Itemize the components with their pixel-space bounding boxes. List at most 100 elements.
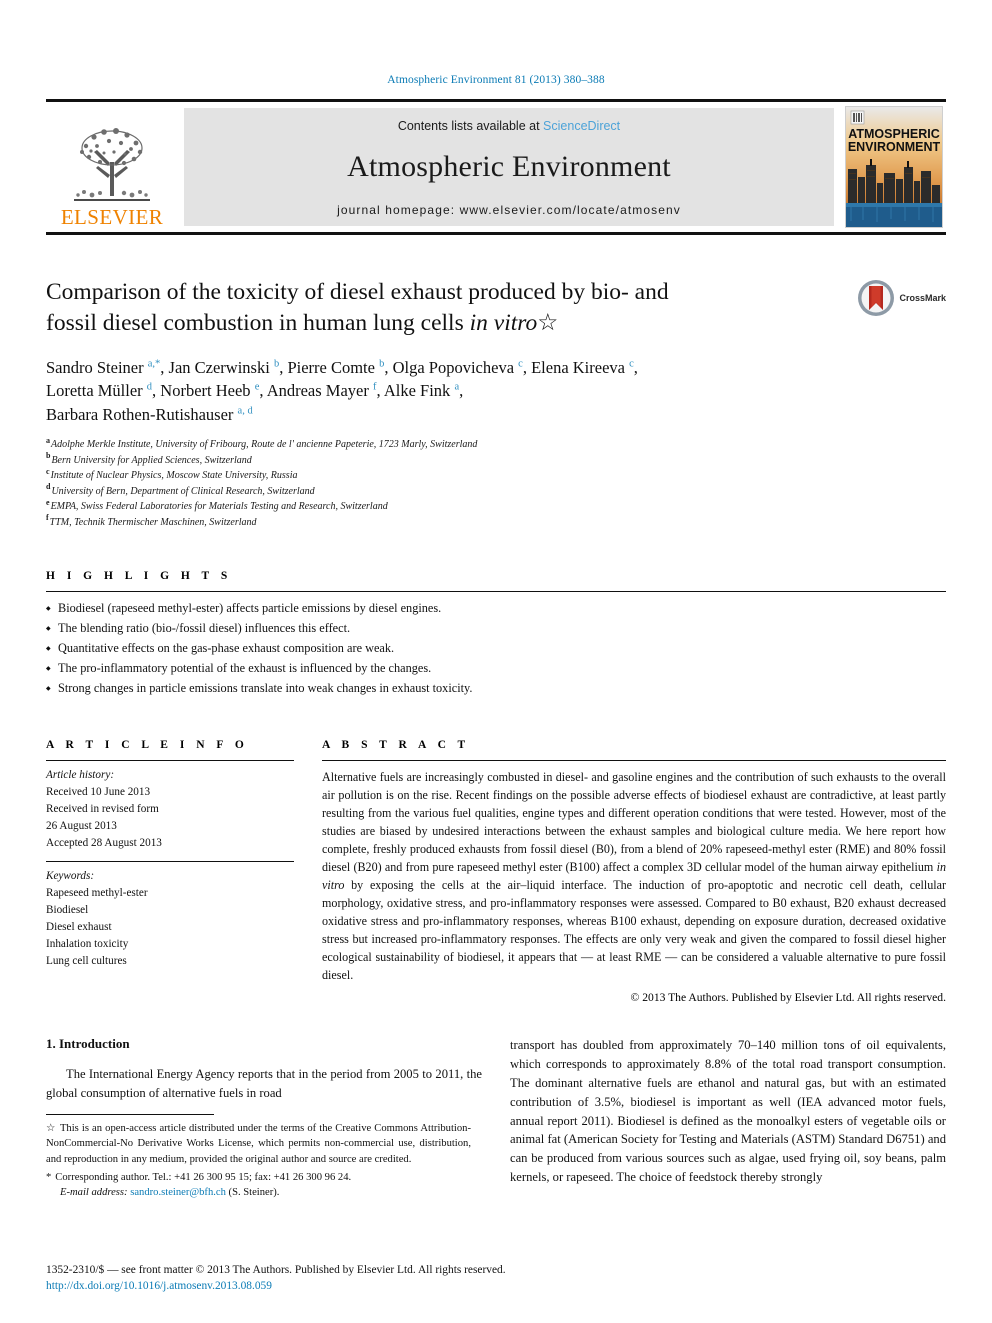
highlights-rule [46,591,946,593]
corresponding-footnote-mark: * [46,1171,52,1183]
abstract-rule [322,759,946,761]
article-info-rule [46,759,294,761]
author: Loretta Müller d [46,381,153,401]
email-line: E-mail address: sandro.steiner@bfh.ch (S… [46,1185,471,1201]
masthead-center: Contents lists available at ScienceDirec… [184,108,834,226]
sciencedirect-link[interactable]: ScienceDirect [543,119,620,133]
article-title-line1: Comparison of the toxicity of diesel exh… [46,279,669,305]
elsevier-wordmark: ELSEVIER [60,205,164,229]
highlight-item: The blending ratio (bio-/fossil diesel) … [46,619,946,639]
abstract-section: A B S T R A C T Alternative fuels are in… [322,739,946,1004]
journal-title: Atmospheric Environment [347,150,671,183]
footnotes-block: ☆ This is an open-access article distribu… [46,1113,471,1201]
body-column-right: transport has doubled from approximately… [510,1036,946,1203]
abstract-text: Alternative fuels are increasingly combu… [322,768,946,984]
introduction-heading: 1. Introduction [46,1036,130,1052]
keywords-label: Keywords: [46,869,95,882]
affiliation: dUniversity of Bern, Department of Clini… [46,482,315,497]
author: Olga Popovicheva c [392,358,523,378]
email-label: E-mail address: [60,1187,128,1199]
article-title-line2-pre: fossil diesel combustion in human lung c… [46,310,470,337]
author: Elena Kireeva c [531,358,634,378]
author: Sandro Steiner a,* [46,358,161,378]
author-affiliation-mark: d [146,381,153,393]
keywords-block: Keywords: Rapeseed methyl-ester Biodiese… [46,868,294,970]
highlight-item: The pro-inflammatory potential of the ex… [46,659,946,679]
abstract-part1: Alternative fuels are increasingly combu… [322,769,946,874]
affiliation: cInstitute of Nuclear Physics, Moscow St… [46,466,298,482]
svg-text:ATMOSPHERIC: ATMOSPHERIC [848,127,939,141]
email-suffix: (S. Steiner). [228,1187,280,1199]
history-item: Received 10 June 2013 [46,785,151,798]
highlights-heading: H I G H L I G H T S [46,570,232,583]
highlights-section: H I G H L I G H T S Biodiesel (rapeseed … [46,570,946,699]
author-affiliation-mark: a,* [147,358,161,370]
author: Barbara Rothen-Rutishauser a, d [46,404,253,424]
journal-masthead: ELSEVIER Contents lists available at Sci… [46,99,946,235]
history-item: 26 August 2013 [46,819,117,832]
author-affiliation-mark: a [454,381,460,393]
svg-text:ENVIRONMENT: ENVIRONMENT [848,140,941,154]
doi-link[interactable]: http://dx.doi.org/10.1016/j.atmosenv.201… [46,1280,272,1292]
abstract-copyright: © 2013 The Authors. Published by Elsevie… [630,991,946,1005]
article-title-dagger: ☆ [537,310,559,337]
article-history-label: Article history: [46,768,115,781]
keyword-item: Inhalation toxicity [46,937,129,950]
article-title-italic: in vitro [469,310,538,337]
affiliation: eEMPA, Swiss Federal Laboratories for Ma… [46,497,388,513]
license-footnote-text: This is an open-access article distribut… [46,1122,471,1166]
contents-prefix: Contents lists available at [397,119,540,133]
highlights-list: Biodiesel (rapeseed methyl-ester) affect… [46,599,946,699]
author-affiliation-mark: b [379,358,385,370]
introduction-paragraph-right: transport has doubled from approximately… [510,1038,946,1185]
keyword-item: Diesel exhaust [46,920,112,933]
article-info-heading: A R T I C L E I N F O [46,738,249,751]
crossmark-badge[interactable]: CrossMark [857,279,946,317]
body-columns: 1. Introduction The International Energy… [46,1036,946,1203]
crossmark-label: CrossMark [899,293,946,303]
corresponding-author-footnote: * Corresponding author. Tel.: +41 26 300 … [46,1170,471,1201]
keyword-item: Biodiesel [46,903,89,916]
body-column-left: 1. Introduction The International Energy… [46,1036,482,1203]
license-footnote: ☆ This is an open-access article distribu… [46,1121,471,1168]
affiliation-list: aAdolphe Merkle Institute, University of… [46,435,816,530]
elsevier-tree-icon [74,128,150,201]
author-affiliation-mark: b [273,358,280,370]
author: Pierre Comte b [287,358,385,378]
author-affiliation-mark: c [629,358,634,370]
info-abstract-row: A R T I C L E I N F O Article history: R… [46,739,946,1004]
journal-cover-thumbnail: ATMOSPHERIC ENVIRONMENT [842,102,946,232]
author-email-link[interactable]: sandro.steiner@bfh.ch [130,1187,226,1198]
journal-article-page: Atmospheric Environment 81 (2013) 380–38… [0,0,992,1323]
history-item: Received in revised form [46,802,159,815]
journal-homepage[interactable]: journal homepage: www.elsevier.com/locat… [337,203,681,217]
author-affiliation-mark: a, d [237,405,253,417]
page-footer: 1352-2310/$ — see front matter © 2013 Th… [46,1262,946,1295]
article-title: Comparison of the toxicity of diesel exh… [46,277,816,339]
author-affiliation-mark: c [518,358,523,370]
author-affiliation-mark: e [254,381,260,393]
contents-available-line: Contents lists available at ScienceDirec… [398,119,620,133]
keyword-item: Lung cell cultures [46,954,127,967]
abstract-part2: by exposing the cells at the air–liquid … [322,877,946,982]
author: Andreas Mayer f [266,381,377,401]
keyword-item: Rapeseed methyl-ester [46,886,148,899]
affiliation: bBern University for Applied Sciences, S… [46,451,252,466]
history-item: Accepted 28 August 2013 [46,836,162,849]
highlight-item: Quantitative effects on the gas-phase ex… [46,639,946,659]
license-footnote-mark: ☆ [46,1122,56,1134]
keywords-rule [46,860,294,862]
author-list: Sandro Steiner a,*, Jan Czerwinski b, Pi… [46,358,638,424]
corresponding-footnote-text: Corresponding author. Tel.: +41 26 300 9… [55,1171,352,1183]
introduction-paragraph-left: The International Energy Agency reports … [46,1067,482,1100]
crossmark-icon [858,280,895,316]
highlight-item: Strong changes in particle emissions tra… [46,679,946,699]
title-block: CrossMark Comparison of the toxicity of … [46,277,946,530]
highlight-item: Biodiesel (rapeseed methyl-ester) affect… [46,599,946,619]
running-head: Atmospheric Environment 81 (2013) 380–38… [387,74,605,86]
affiliation: aAdolphe Merkle Institute, University of… [46,435,478,451]
affiliation: fTTM, Technik Thermischer Maschinen, Swi… [46,513,257,528]
journal-cover-image: ATMOSPHERIC ENVIRONMENT [845,106,943,228]
article-info-section: A R T I C L E I N F O Article history: R… [46,739,294,1004]
article-history: Article history: Received 10 June 2013 R… [46,767,294,852]
